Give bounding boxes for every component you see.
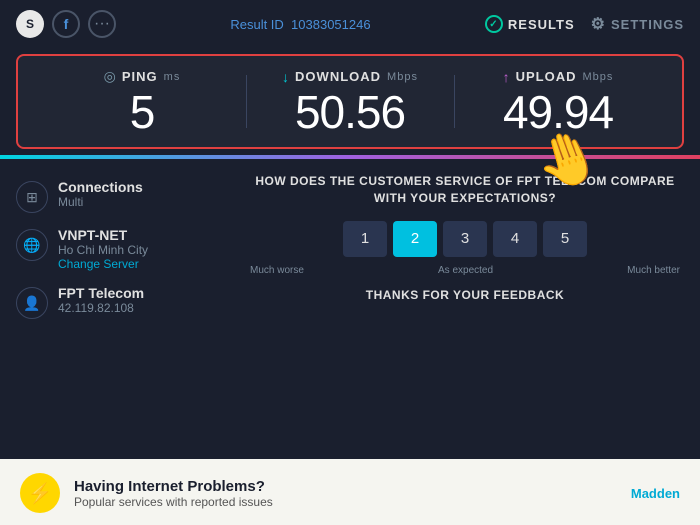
settings-label: SETTINGS [611, 17, 684, 32]
change-server-link[interactable]: Change Server [58, 257, 148, 271]
app-header: S f ··· Result ID 10383051246 ✓ RESULTS … [0, 0, 700, 48]
provider-label: FPT Telecom [58, 285, 144, 301]
isp-label: VNPT-NET [58, 227, 148, 243]
bottom-text-area: Having Internet Problems? Popular servic… [74, 478, 617, 509]
ping-label: PING [122, 69, 158, 84]
upload-label: UPLOAD [516, 69, 577, 84]
connections-value: Multi [58, 195, 143, 209]
thanks-message: THANKS FOR YOUR FEEDBACK [366, 288, 564, 302]
ping-unit: ms [164, 71, 181, 83]
ping-value: 5 [130, 89, 155, 135]
upload-icon: ↑ [503, 69, 510, 85]
survey-panel: HOW DOES THE CUSTOMER SERVICE OF FPT TEL… [236, 173, 684, 302]
check-icon: ✓ [485, 15, 503, 33]
bottom-title: Having Internet Problems? [74, 478, 617, 495]
madden-link[interactable]: Madden [631, 486, 680, 501]
provider-text: FPT Telecom 42.119.82.108 [58, 285, 144, 315]
download-label: DOWNLOAD [295, 69, 381, 84]
upload-value: 49.94 [503, 89, 613, 135]
rating-button-1[interactable]: 1 [343, 221, 387, 257]
bottom-subtitle: Popular services with reported issues [74, 495, 617, 509]
download-unit: Mbps [387, 71, 418, 83]
bottom-right: Madden [631, 486, 680, 501]
rating-button-4[interactable]: 4 [493, 221, 537, 257]
result-id-container: Result ID 10383051246 [230, 17, 370, 32]
ping-icon: ◎ [104, 68, 116, 85]
connections-text: Connections Multi [58, 179, 143, 209]
provider-ip: 42.119.82.108 [58, 301, 144, 315]
connections-row: ⊞ Connections Multi [16, 173, 236, 219]
rating-button-5[interactable]: 5 [543, 221, 587, 257]
rating-button-2[interactable]: 2 [393, 221, 437, 257]
rating-label-right: Much better [627, 265, 680, 276]
connections-label: Connections [58, 179, 143, 195]
provider-row: 👤 FPT Telecom 42.119.82.108 [16, 279, 236, 325]
rating-label-left: Much worse [250, 265, 304, 276]
rating-labels: Much worse As expected Much better [246, 265, 684, 276]
ping-item: ◎ PING ms 5 [38, 68, 246, 135]
header-right: ✓ RESULTS ⚙ SETTINGS [485, 14, 684, 34]
globe-icon: 🌐 [16, 229, 48, 261]
result-id-value[interactable]: 10383051246 [291, 17, 371, 32]
connections-icon: ⊞ [16, 181, 48, 213]
download-value: 50.56 [295, 89, 405, 135]
survey-question: HOW DOES THE CUSTOMER SERVICE OF FPT TEL… [246, 173, 684, 207]
rating-button-3[interactable]: 3 [443, 221, 487, 257]
logo-icon: S [16, 10, 44, 38]
rating-buttons-row: 1 2 3 4 5 [343, 221, 587, 257]
download-item: ↓ DOWNLOAD Mbps 50.56 [246, 69, 454, 135]
download-icon: ↓ [282, 69, 289, 85]
header-left: S f ··· [16, 10, 116, 38]
user-icon: 👤 [16, 287, 48, 319]
results-button[interactable]: ✓ RESULTS [485, 15, 575, 33]
main-content: 🤚 ⊞ Connections Multi 🌐 VNPT-NET Ho Chi … [0, 159, 700, 335]
isp-text: VNPT-NET Ho Chi Minh City Change Server [58, 227, 148, 271]
upload-item: ↑ UPLOAD Mbps 49.94 [454, 69, 662, 135]
upload-unit: Mbps [582, 71, 613, 83]
bottom-panel: ⚡ Having Internet Problems? Popular serv… [0, 459, 700, 525]
rating-label-center: As expected [438, 265, 493, 276]
connection-info-panel: ⊞ Connections Multi 🌐 VNPT-NET Ho Chi Mi… [16, 173, 236, 325]
gear-icon: ⚙ [591, 14, 606, 34]
facebook-icon[interactable]: f [52, 10, 80, 38]
settings-button[interactable]: ⚙ SETTINGS [591, 14, 684, 34]
more-options-icon[interactable]: ··· [88, 10, 116, 38]
warning-icon: ⚡ [20, 473, 60, 513]
isp-row: 🌐 VNPT-NET Ho Chi Minh City Change Serve… [16, 221, 236, 277]
result-id-label: Result ID [230, 17, 283, 32]
isp-city: Ho Chi Minh City [58, 243, 148, 257]
results-label: RESULTS [508, 17, 575, 32]
